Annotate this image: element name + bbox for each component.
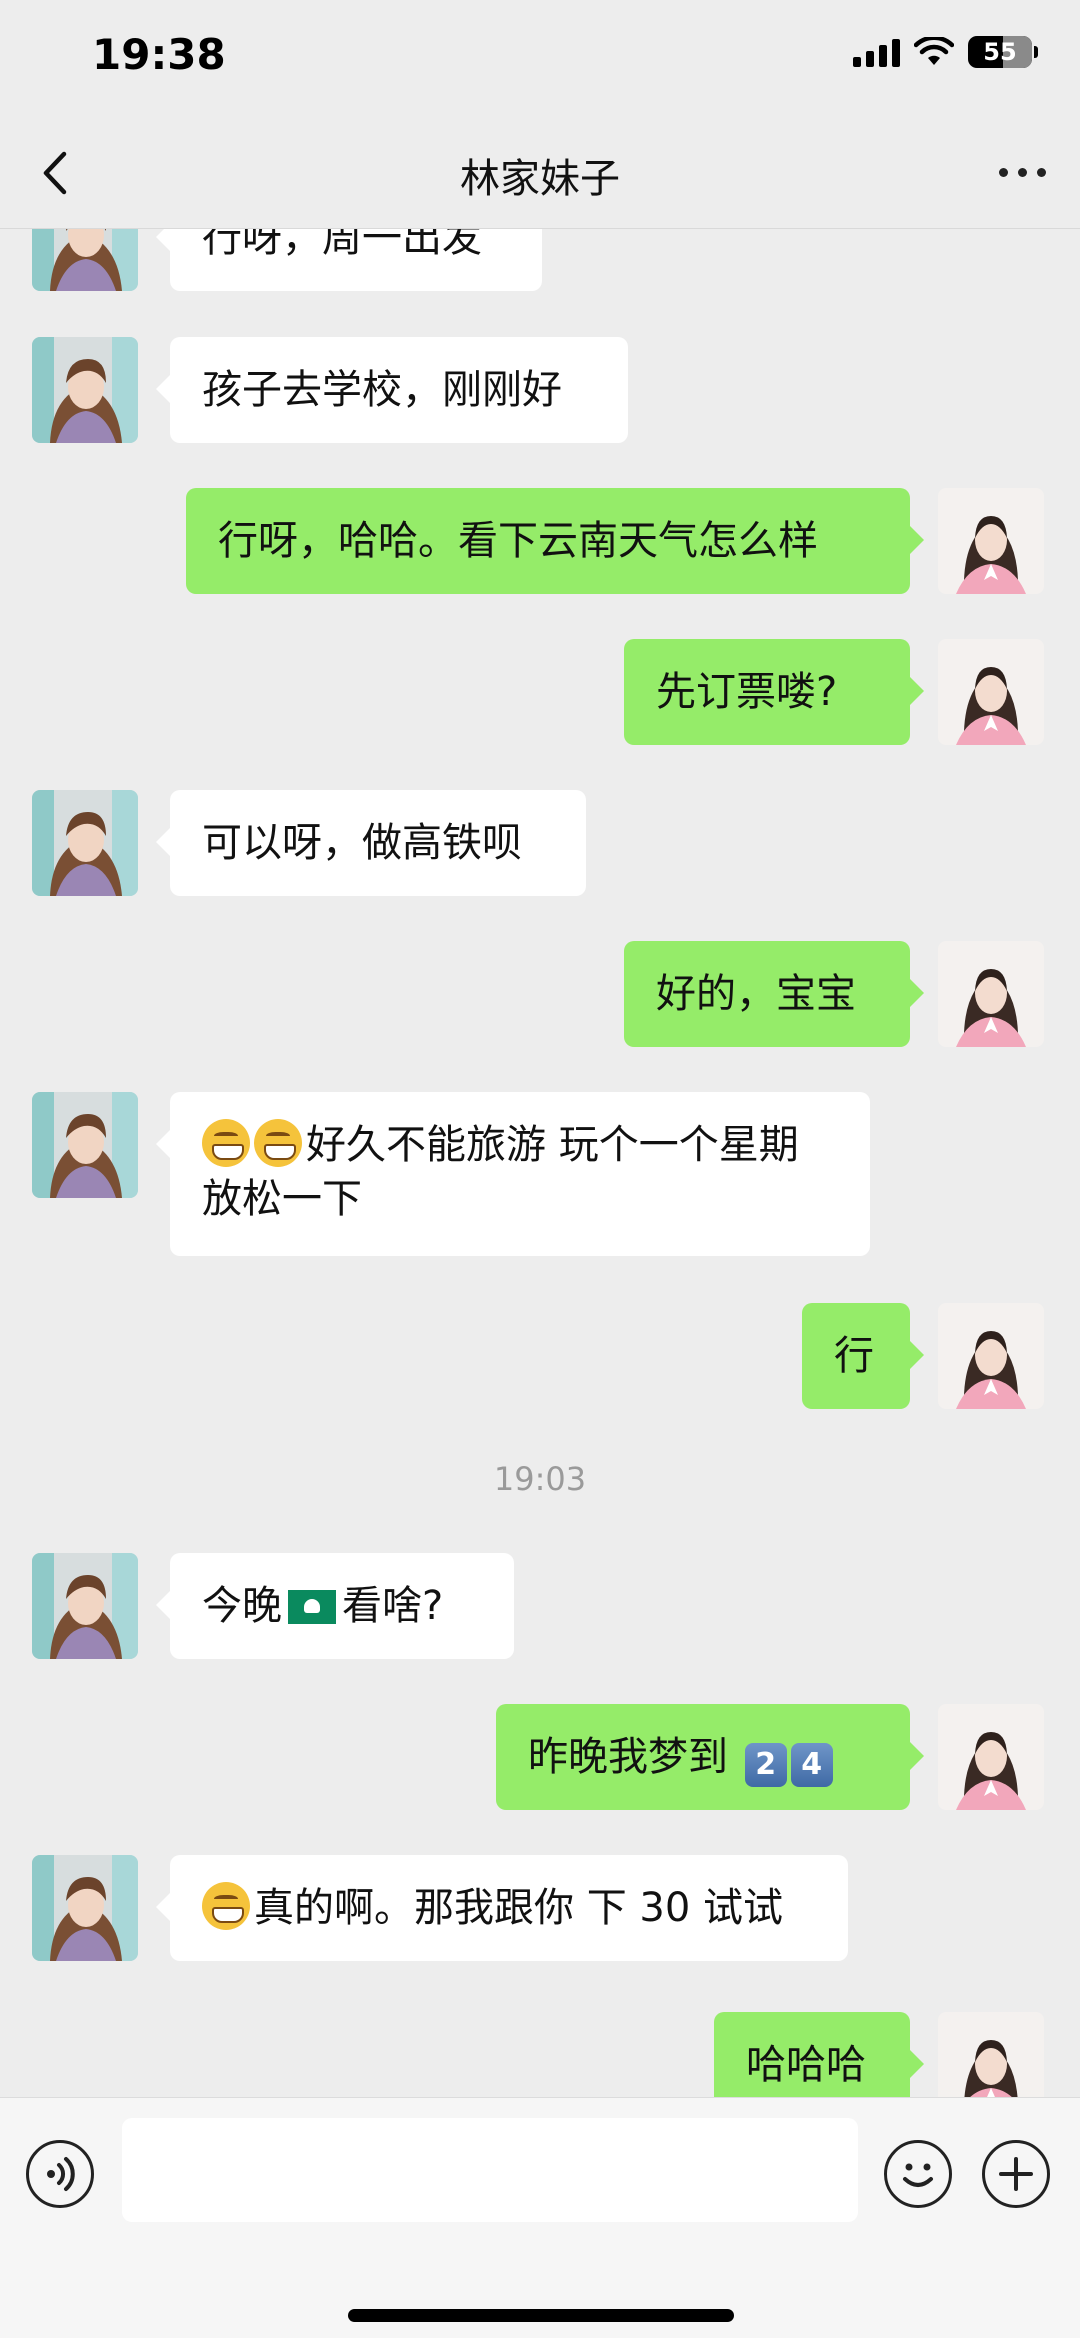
self-avatar[interactable] [938,639,1044,745]
cellular-signal-icon [853,37,900,67]
contact-avatar[interactable] [32,790,138,896]
contact-avatar[interactable] [32,229,138,291]
macau-flag-icon [288,1590,336,1624]
message-bubble[interactable]: 先订票喽? [624,639,924,745]
message-bubble[interactable]: 行呀，哈哈。看下云南天气怎么样 [186,488,924,594]
message-bubble[interactable]: 好的，宝宝 [624,941,924,1047]
voice-icon[interactable] [26,2140,94,2208]
message-text: 好久不能旅游 玩个一个星期 [306,1122,799,1168]
message-input[interactable] [122,2118,858,2222]
grinning-face-icon [254,1119,302,1167]
home-indicator[interactable] [348,2309,734,2322]
message-bubble[interactable]: 好久不能旅游 玩个一个星期 放松一下 [156,1092,870,1256]
message-bubble[interactable]: 哈哈哈 [714,2012,924,2097]
message-bubble[interactable]: 真的啊。那我跟你 下 30 试试 [156,1855,848,1961]
message-text: 今晚 [202,1583,282,1629]
contact-avatar[interactable] [32,337,138,443]
keycap-digit-icon: 4 [790,1743,833,1787]
contact-avatar[interactable] [32,1855,138,1961]
message-bubble[interactable]: 今晚 看啥? [156,1553,514,1659]
more-dots-icon[interactable] [999,168,1046,177]
message-bubble[interactable]: 昨晚我梦到 24 [496,1704,924,1810]
message-bubble[interactable]: 行呀，周一出发 [156,229,542,291]
status-time: 19:38 [92,30,226,79]
status-icons: 55 [853,36,1038,68]
message-text: 行呀，哈哈。看下云南天气怎么样 [218,518,818,564]
input-bar [0,2097,1080,2338]
battery-percent: 55 [983,38,1017,66]
contact-avatar[interactable] [32,1092,138,1198]
emoji-icon[interactable] [884,2140,952,2208]
plus-icon[interactable] [982,2140,1050,2208]
time-divider: 19:03 [493,1460,587,1498]
contact-avatar[interactable] [32,1553,138,1659]
wifi-icon [914,37,954,65]
message-bubble[interactable]: 孩子去学校，刚刚好 [156,337,628,443]
message-text: 孩子去学校，刚刚好 [202,367,562,413]
message-text: 先订票喽? [656,669,838,715]
message-text: 真的啊。那我跟你 下 30 试试 [254,1885,784,1931]
grinning-face-icon [202,1882,250,1930]
chat-title: 林家妹子 [460,156,620,202]
message-bubble[interactable]: 行 [802,1303,924,1409]
message-text: 行呀，周一出发 [202,229,482,261]
message-text: 看啥? [342,1583,444,1629]
message-text: 好的，宝宝 [656,971,856,1017]
message-text: 放松一下 [202,1176,362,1222]
self-avatar[interactable] [938,1303,1044,1409]
grinning-face-icon [202,1119,250,1167]
battery-icon: 55 [968,36,1038,68]
self-avatar[interactable] [938,1704,1044,1810]
self-avatar[interactable] [938,941,1044,1047]
self-avatar[interactable] [938,488,1044,594]
message-text: 昨晚我梦到 [528,1734,728,1780]
status-bar: 19:38 55 [0,0,1080,116]
message-text: 哈哈哈 [746,2042,866,2088]
message-text: 可以呀，做高铁呗 [202,820,522,866]
message-bubble[interactable]: 可以呀，做高铁呗 [156,790,586,896]
keycap-digit-icon: 2 [744,1743,787,1787]
self-avatar[interactable] [938,2012,1044,2097]
message-text: 行 [834,1333,874,1379]
chat-messages[interactable]: 行呀，周一出发 孩子去学校，刚刚好 行呀，哈哈。看下云南天气怎么样 先订票喽? … [0,229,1080,2097]
chat-header: 林家妹子 [0,116,1080,229]
